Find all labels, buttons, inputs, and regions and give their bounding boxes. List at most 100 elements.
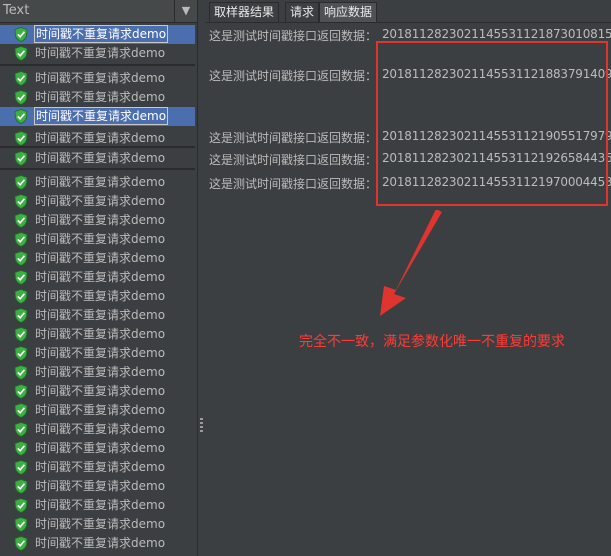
sampler-result-list: 时间戳不重复请求demo 时间戳不重复请求demo 时间戳不重复请求demo 时间戳不…	[0, 23, 195, 556]
tree-item-label: 时间戳不重复请求demo	[35, 460, 166, 474]
response-key: 这是测试时间戳接口返回数据：	[209, 131, 378, 145]
response-value: 20181128230211455311218730108151	[382, 27, 611, 41]
tab-label: 响应数据	[324, 5, 373, 19]
tree-item[interactable]: 时间戳不重复请求demo	[0, 149, 195, 168]
tree-item[interactable]: 时间戳不重复请求demo	[0, 344, 195, 363]
tree-item-label: 时间戳不重复请求demo	[35, 346, 166, 360]
tree-item[interactable]: 时间戳不重复请求demo	[0, 211, 195, 230]
annotation-note: 完全不一致，满足参数化唯一不重复的要求	[299, 334, 565, 350]
annotation-arrow-icon	[380, 210, 442, 316]
tree-header-title: Text	[3, 3, 30, 18]
tree-item-label: 时间戳不重复请求demo	[35, 90, 166, 104]
success-shield-icon	[14, 441, 28, 456]
success-shield-icon	[14, 327, 28, 342]
tree-item-label: 时间戳不重复请求demo	[35, 403, 166, 417]
tree-item[interactable]: 时间戳不重复请求demo	[0, 401, 195, 420]
success-shield-icon	[14, 46, 28, 61]
tab-response-data[interactable]: 响应数据	[319, 2, 378, 22]
success-shield-icon	[14, 251, 28, 266]
success-shield-icon	[14, 232, 28, 247]
highlight-box	[376, 41, 608, 206]
success-shield-icon	[14, 213, 28, 228]
success-shield-icon	[14, 131, 28, 146]
tree-item[interactable]: 时间戳不重复请求demo	[0, 287, 195, 306]
triangle-down-icon[interactable]: ▼	[174, 0, 197, 22]
tree-item-label: 时间戳不重复请求demo	[35, 422, 166, 436]
success-shield-icon	[14, 308, 28, 323]
tree-item-label: 时间戳不重复请求demo	[35, 517, 166, 531]
tree-item[interactable]: 时间戳不重复请求demo	[0, 363, 195, 382]
tab-request[interactable]: 请求	[285, 2, 320, 22]
tree-item[interactable]: 时间戳不重复请求demo	[0, 515, 195, 534]
results-tree-panel: Text ▼ 时间戳不重复请求demo 时间戳不重复请求demo 时间戳不重复请求d…	[0, 0, 197, 556]
success-shield-icon	[14, 346, 28, 361]
tree-item-label: 时间戳不重复请求demo	[35, 498, 166, 512]
tree-item[interactable]: 时间戳不重复请求demo	[0, 458, 195, 477]
tree-item[interactable]: 时间戳不重复请求demo	[0, 420, 195, 439]
tree-item-label: 时间戳不重复请求demo	[35, 441, 166, 455]
tree-item-label: 时间戳不重复请求demo	[35, 327, 166, 341]
tree-item[interactable]: 时间戳不重复请求demo	[0, 69, 195, 88]
tree-item[interactable]: 时间戳不重复请求demo	[0, 249, 195, 268]
tree-item[interactable]: 时间戳不重复请求demo	[0, 192, 195, 211]
success-shield-icon	[14, 27, 28, 42]
tree-item-label: 时间戳不重复请求demo	[35, 213, 166, 227]
tree-separator	[0, 64, 195, 66]
splitter-grip-icon[interactable]	[200, 418, 203, 432]
tree-item[interactable]: 时间戳不重复请求demo	[0, 88, 195, 107]
success-shield-icon	[14, 71, 28, 86]
success-shield-icon	[14, 270, 28, 285]
tree-item[interactable]: 时间戳不重复请求demo	[0, 325, 195, 344]
success-shield-icon	[14, 151, 28, 166]
tree-item-label: 时间戳不重复请求demo	[35, 384, 166, 398]
success-shield-icon	[14, 517, 28, 532]
tree-item[interactable]: 时间戳不重复请求demo	[0, 268, 195, 287]
tree-separator	[0, 168, 195, 170]
tree-item[interactable]: 时间戳不重复请求demo	[0, 44, 195, 63]
success-shield-icon	[14, 109, 28, 124]
tree-item-label: 时间戳不重复请求demo	[35, 71, 166, 85]
tree-item-label: 时间戳不重复请求demo	[35, 308, 166, 322]
tree-item[interactable]: 时间戳不重复请求demo	[0, 496, 195, 515]
tree-item-label: 时间戳不重复请求demo	[34, 107, 169, 125]
response-key: 这是测试时间戳接口返回数据：	[209, 153, 378, 167]
success-shield-icon	[14, 422, 28, 437]
success-shield-icon	[14, 403, 28, 418]
tree-item-label: 时间戳不重复请求demo	[35, 251, 166, 265]
tree-header[interactable]: Text ▼	[0, 0, 197, 23]
tree-item[interactable]: 时间戳不重复请求demo	[0, 439, 195, 458]
tree-item[interactable]: 时间戳不重复请求demo	[0, 25, 195, 44]
tree-item-label: 时间戳不重复请求demo	[35, 479, 166, 493]
tree-item[interactable]: 时间戳不重复请求demo	[0, 230, 195, 249]
tree-item[interactable]: 时间戳不重复请求demo	[0, 107, 195, 126]
tree-item-label: 时间戳不重复请求demo	[35, 175, 166, 189]
tree-item[interactable]: 时间戳不重复请求demo	[0, 173, 195, 192]
tree-item[interactable]: 时间戳不重复请求demo	[0, 306, 195, 325]
tree-item[interactable]: 时间戳不重复请求demo	[0, 534, 195, 553]
tab-sampler-result[interactable]: 取样器结果	[209, 2, 280, 22]
success-shield-icon	[14, 90, 28, 105]
response-key: 这是测试时间戳接口返回数据：	[209, 29, 378, 43]
response-key: 这是测试时间戳接口返回数据：	[209, 69, 378, 83]
tree-item[interactable]: 时间戳不重复请求demo	[0, 477, 195, 496]
success-shield-icon	[14, 384, 28, 399]
success-shield-icon	[14, 194, 28, 209]
response-key: 这是测试时间戳接口返回数据：	[209, 177, 378, 191]
success-shield-icon	[14, 479, 28, 494]
success-shield-icon	[14, 498, 28, 513]
tree-item-label: 时间戳不重复请求demo	[35, 536, 166, 550]
tree-item-label: 时间戳不重复请求demo	[35, 151, 166, 165]
tree-item-label: 时间戳不重复请求demo	[35, 46, 166, 60]
success-shield-icon	[14, 175, 28, 190]
tree-item-label: 时间戳不重复请求demo	[35, 194, 166, 208]
tab-bar: 取样器结果 请求 响应数据	[206, 0, 611, 23]
tree-item-label: 时间戳不重复请求demo	[35, 365, 166, 379]
tab-label: 取样器结果	[214, 5, 275, 19]
tree-item[interactable]: 时间戳不重复请求demo	[0, 382, 195, 401]
tree-item-label: 时间戳不重复请求demo	[34, 25, 169, 43]
tree-item[interactable]: 时间戳不重复请求demo	[0, 129, 195, 148]
success-shield-icon	[14, 365, 28, 380]
success-shield-icon	[14, 289, 28, 304]
tree-item-label: 时间戳不重复请求demo	[35, 232, 166, 246]
success-shield-icon	[14, 460, 28, 475]
